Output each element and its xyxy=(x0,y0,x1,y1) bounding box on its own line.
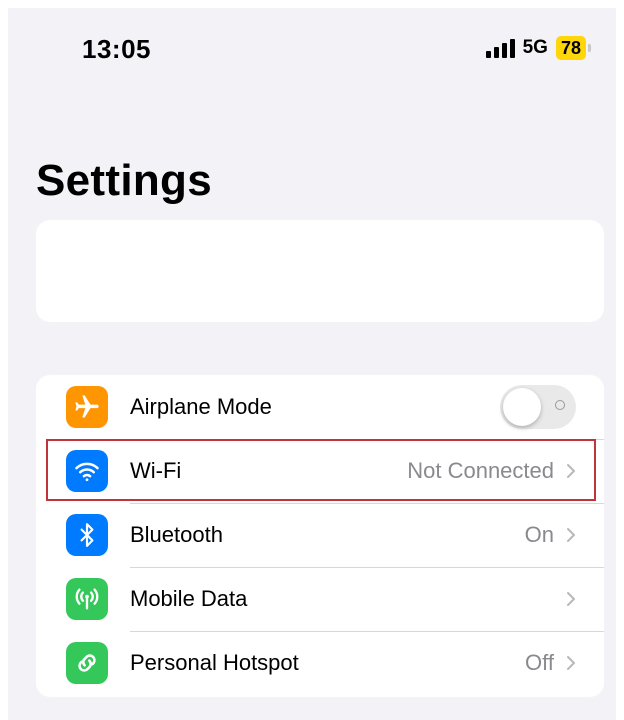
toggle-off-indicator-icon xyxy=(555,400,565,410)
hotspot-link-icon xyxy=(66,642,108,684)
bluetooth-label: Bluetooth xyxy=(130,522,223,547)
chevron-right-icon xyxy=(567,656,575,670)
chevron-right-icon xyxy=(567,528,575,542)
bluetooth-icon xyxy=(66,514,108,556)
antenna-icon xyxy=(66,578,108,620)
profile-card[interactable] xyxy=(36,220,604,322)
battery-level: 78 xyxy=(560,38,581,58)
page-title: Settings xyxy=(36,156,212,205)
mobile-data-label: Mobile Data xyxy=(130,586,248,611)
personal-hotspot-label: Personal Hotspot xyxy=(130,650,299,675)
settings-screen: 13:05 5G 78 Settings Airplane Mode Wi-Fi… xyxy=(8,8,616,720)
wifi-highlight-annotation xyxy=(46,439,596,501)
airplane-mode-label: Airplane Mode xyxy=(130,394,272,419)
cellular-signal-icon xyxy=(485,38,515,58)
battery-icon: 78 xyxy=(555,36,591,60)
mobile-data-row[interactable]: Mobile Data xyxy=(36,567,604,631)
chevron-right-icon xyxy=(567,592,575,606)
connectivity-settings-group: Airplane Mode Wi-Fi Not Connected Blueto… xyxy=(36,375,604,697)
bluetooth-row[interactable]: Bluetooth On xyxy=(36,503,604,567)
airplane-mode-row[interactable]: Airplane Mode xyxy=(36,375,604,439)
bluetooth-status: On xyxy=(524,522,554,547)
status-time: 13:05 xyxy=(82,34,151,64)
personal-hotspot-status: Off xyxy=(525,650,554,675)
airplane-icon xyxy=(66,386,108,428)
toggle-knob xyxy=(503,388,541,426)
status-indicators: 5G 78 xyxy=(485,36,591,60)
personal-hotspot-row[interactable]: Personal Hotspot Off xyxy=(36,631,604,695)
airplane-mode-toggle[interactable] xyxy=(500,385,576,429)
network-type: 5G xyxy=(522,37,548,58)
